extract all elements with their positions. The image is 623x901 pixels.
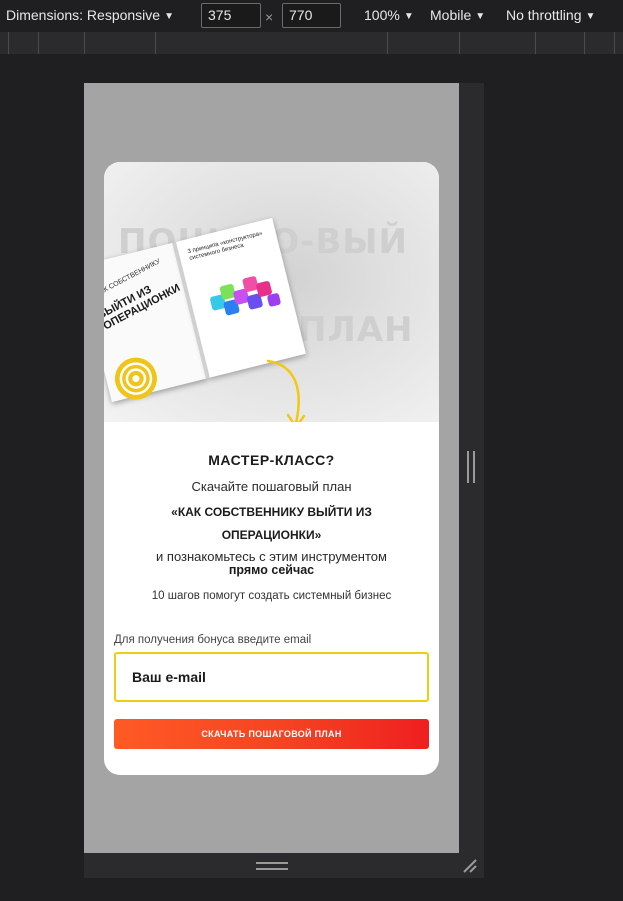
- arrow-down-icon: [266, 359, 306, 422]
- plan-title-line-1: «КАК СОБСТВЕННИКУ ВЫЙТИ ИЗ: [171, 505, 372, 519]
- modal-title: МАСТЕР-КЛАСС?: [208, 452, 335, 468]
- device-viewport: ПОШАГО-ВЫЙ ПЛАН КАК СОБСТВЕННИКУ ВЫЙТИ И…: [84, 83, 459, 853]
- ruler-mark: [387, 32, 388, 54]
- email-field[interactable]: [114, 652, 429, 702]
- download-plan-button[interactable]: СКАЧАТЬ ПОШАГОВОЙ ПЛАН: [114, 719, 429, 749]
- modal-steps-note: 10 шагов помогут создать системный бизне…: [151, 590, 392, 602]
- lead-modal: ПОШАГО-ВЫЙ ПЛАН КАК СОБСТВЕННИКУ ВЫЙТИ И…: [104, 162, 439, 775]
- modal-subtitle: Скачайте пошаговый план: [191, 479, 352, 494]
- vertical-grip-icon: [467, 451, 475, 483]
- ruler-mark: [614, 32, 615, 54]
- hero-image: ПОШАГО-ВЫЙ ПЛАН КАК СОБСТВЕННИКУ ВЫЙТИ И…: [104, 162, 439, 422]
- ruler-mark: [155, 32, 156, 54]
- throttling-label: No throttling: [506, 7, 582, 23]
- throttling-dropdown[interactable]: No throttling ▼: [506, 7, 595, 23]
- ruler-mark: [584, 32, 585, 54]
- chevron-down-icon: ▼: [403, 11, 414, 22]
- height-input[interactable]: 770: [282, 3, 341, 28]
- times-separator: ×: [265, 9, 274, 25]
- bottom-resize-handle[interactable]: [84, 853, 484, 878]
- background-word: ПЛАН: [298, 310, 414, 350]
- chevron-down-icon: ▼: [475, 11, 486, 22]
- devtools-device-toolbar: Dimensions: Responsive ▼ 375 × 770 100% ▼ …: [0, 0, 623, 32]
- ruler-mark: [38, 32, 39, 54]
- zoom-dropdown[interactable]: 100% ▼: [364, 7, 414, 23]
- horizontal-grip-icon: [256, 862, 288, 870]
- dimensions-dropdown[interactable]: Dimensions: Responsive ▼: [6, 7, 174, 23]
- media-query-ruler[interactable]: [0, 32, 623, 54]
- zoom-label: 100%: [364, 7, 400, 23]
- chevron-down-icon: ▼: [585, 11, 596, 22]
- ruler-mark: [535, 32, 536, 54]
- ruler-mark: [8, 32, 9, 54]
- plan-title-line-2: ОПЕРАЦИОНКИ»: [221, 528, 322, 542]
- width-input[interactable]: 375: [201, 3, 261, 28]
- dimensions-label: Dimensions: Responsive: [6, 7, 161, 23]
- device-mode-dropdown[interactable]: Mobile ▼: [430, 7, 485, 23]
- ruler-mark: [84, 32, 85, 54]
- corner-resize-icon[interactable]: [462, 858, 478, 874]
- chevron-down-icon: ▼: [164, 11, 174, 22]
- modal-description: и познакомьтесь с этим инструментом: [156, 549, 387, 564]
- modal-description-bold: прямо сейчас: [228, 563, 315, 577]
- right-resize-handle[interactable]: [459, 83, 484, 853]
- ruler-mark: [459, 32, 460, 54]
- device-mode-label: Mobile: [430, 7, 472, 23]
- email-label: Для получения бонуса введите email: [114, 634, 312, 646]
